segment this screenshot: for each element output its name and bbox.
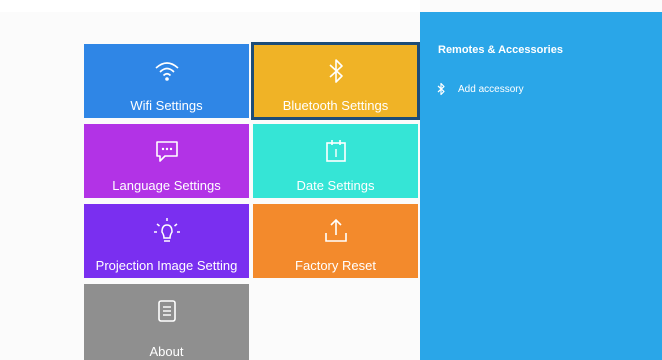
bluetooth-icon [328, 59, 343, 83]
language-settings-tile[interactable]: Language Settings [84, 124, 249, 198]
about-tile[interactable]: About [84, 284, 249, 360]
lightbulb-icon [153, 218, 180, 242]
bluetooth-settings-tile[interactable]: Bluetooth Settings [251, 42, 420, 120]
wifi-icon [154, 62, 179, 81]
top-strip [0, 0, 420, 12]
document-icon [157, 300, 176, 322]
calendar-icon [325, 140, 346, 162]
wifi-settings-tile[interactable]: Wifi Settings [84, 44, 249, 118]
projection-image-setting-tile[interactable]: Projection Image Setting [84, 204, 249, 278]
remotes-accessories-panel: Remotes & Accessories Add accessory [420, 12, 662, 360]
factory-reset-tile[interactable]: Factory Reset [253, 204, 418, 278]
about-label: About [149, 344, 184, 359]
date-settings-tile[interactable]: Date Settings [253, 124, 418, 198]
bluetooth-icon [437, 82, 445, 96]
settings-tile-grid: Wifi Settings Bluetooth Settings Languag… [84, 42, 420, 360]
bluetooth-settings-label: Bluetooth Settings [282, 98, 389, 113]
projection-image-setting-label: Projection Image Setting [95, 258, 238, 273]
upload-tray-icon [324, 218, 347, 242]
add-accessory-item[interactable]: Add accessory [436, 80, 524, 98]
factory-reset-label: Factory Reset [295, 258, 376, 273]
wifi-settings-label: Wifi Settings [130, 98, 203, 113]
settings-screen: Wifi Settings Bluetooth Settings Languag… [0, 0, 662, 360]
date-settings-label: Date Settings [296, 178, 375, 193]
language-settings-label: Language Settings [112, 178, 221, 193]
panel-title: Remotes & Accessories [438, 44, 563, 56]
add-accessory-label: Add accessory [458, 83, 524, 95]
chat-bubble-icon [155, 141, 178, 162]
